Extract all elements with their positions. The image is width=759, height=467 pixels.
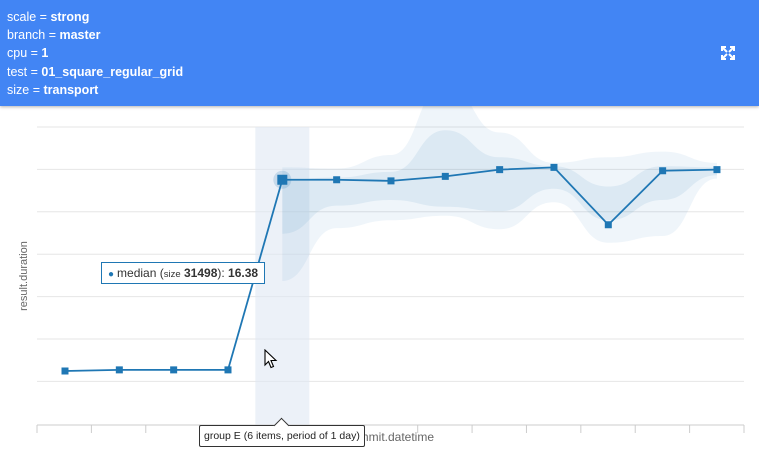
param-scale: scale = strong [7,10,90,24]
param-cpu: cpu = 1 [7,46,49,60]
data-point[interactable] [224,366,232,374]
data-point[interactable] [550,163,558,171]
data-point[interactable] [713,166,721,174]
value-tooltip: ● median (size 31498): 16.38 [101,262,266,284]
series-dot-icon: ● [108,269,115,280]
data-point[interactable] [604,221,612,229]
fullscreen-expand-icon[interactable] [716,41,740,65]
mouse-cursor-icon [264,349,278,369]
param-size: size = transport [7,83,99,97]
data-point[interactable] [333,176,341,184]
group-tooltip: group E (6 items, period of 1 day) [199,417,365,447]
data-point[interactable] [496,166,504,174]
y-axis-label: result.duration [18,241,30,311]
header-bar: scale = strong branch = master cpu = 1 t… [0,0,759,106]
data-point[interactable] [277,174,288,185]
data-point[interactable] [61,367,69,375]
data-point[interactable] [170,366,178,374]
data-point[interactable] [659,167,667,175]
line-chart: commit.datetime result.duration [18,106,745,444]
param-test: test = 01_square_regular_grid [7,65,184,79]
data-point[interactable] [387,177,395,185]
param-branch: branch = master [7,28,101,42]
data-point[interactable] [115,366,123,374]
data-point[interactable] [441,172,449,180]
